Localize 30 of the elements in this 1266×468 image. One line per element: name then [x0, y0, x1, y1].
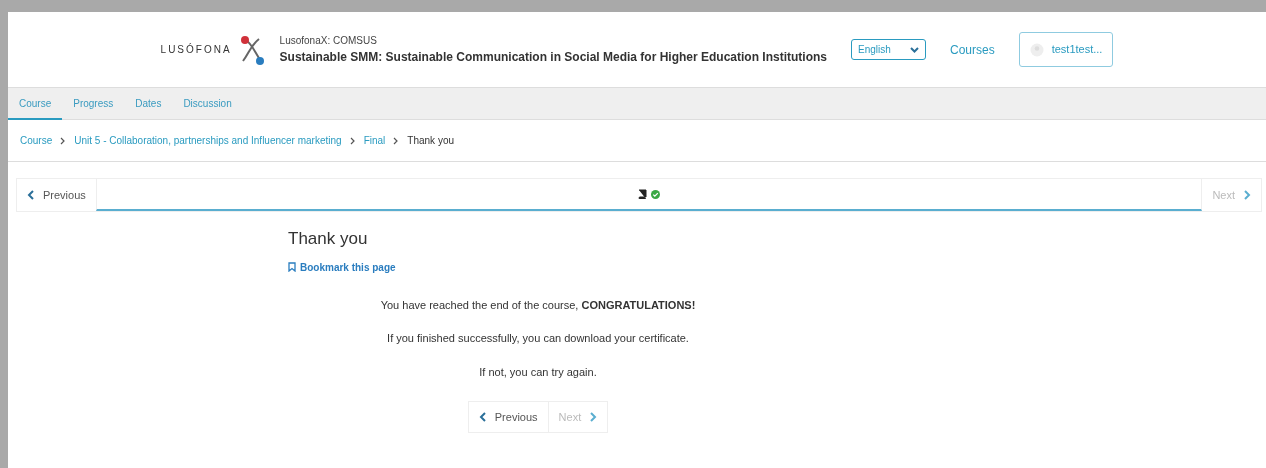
body-text: If you finished successfully, you can download your certificate. [387, 331, 689, 346]
nav-tab[interactable]: Course [8, 88, 63, 120]
courses-link[interactable]: Courses [950, 40, 995, 59]
course-title: Sustainable SMM: Sustainable Communication in Social Media for Higher Education Institutions [279, 49, 827, 66]
nav-tab[interactable]: Progress [62, 88, 125, 120]
body-text: If not, you can try again. [479, 364, 597, 380]
logo-icon [239, 34, 264, 65]
language-select[interactable]: English [851, 39, 926, 60]
chevron-left-icon [27, 190, 35, 200]
nav-tab[interactable]: Dates [124, 88, 173, 120]
bookmark-link[interactable]: Bookmark this page [288, 259, 396, 275]
unit-tab[interactable] [638, 189, 661, 199]
chevron-right-icon [60, 136, 67, 145]
page-title: Thank you [288, 228, 369, 250]
bookmark-icon [288, 262, 296, 272]
chevron-right-icon [589, 412, 598, 422]
chevron-right-icon [1243, 190, 1251, 200]
logo-text: LUSÓFONA [160, 42, 232, 57]
chevron-right-icon [349, 136, 356, 145]
breadcrumb-link[interactable]: Course [20, 133, 53, 148]
avatar-icon [1029, 42, 1044, 57]
user-menu-button[interactable]: test1test... [1018, 32, 1114, 67]
course-org: LusofonaX: COMSUS [279, 34, 378, 48]
body-text: You have reached the end of the course, CONGRATULATIONS! [380, 297, 696, 313]
chevron-left-icon [478, 412, 487, 422]
breadcrumb-link[interactable]: Final [363, 133, 386, 148]
breadcrumb-link[interactable]: Unit 5 - Collaboration, partnerships and Influencer marketing [74, 133, 342, 148]
chevron-right-icon [393, 136, 400, 145]
nav-tab[interactable]: Discussion [172, 88, 243, 120]
breadcrumb-current: Thank you [407, 134, 454, 148]
